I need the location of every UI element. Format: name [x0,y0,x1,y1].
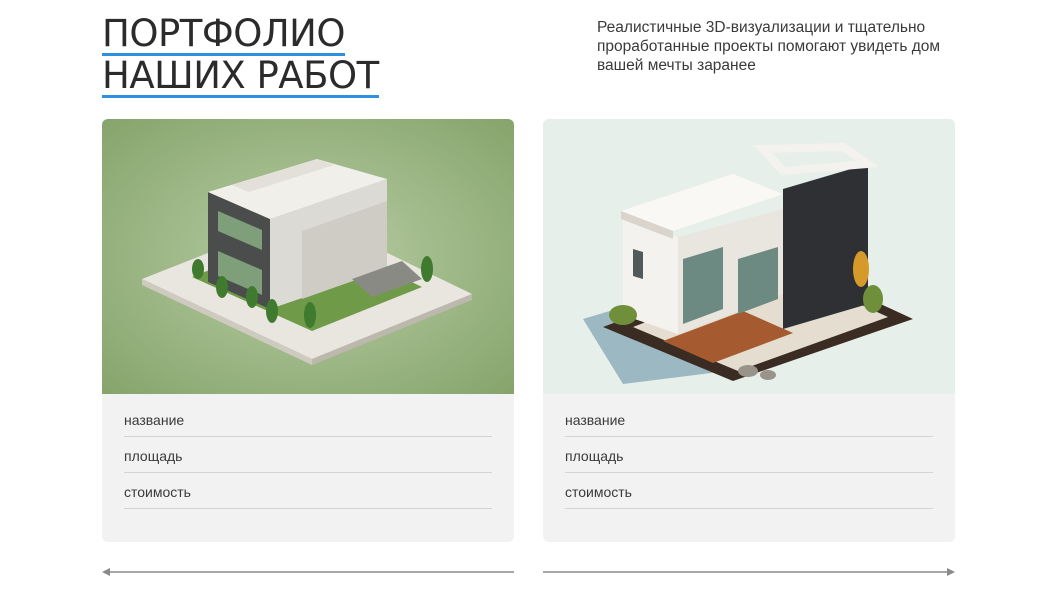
property-name: название [124,402,492,437]
portfolio-image-1 [102,119,514,394]
page-title: ПОРТФОЛИО НАШИХ РАБОТ [102,14,379,98]
arrow-right-icon[interactable] [543,566,955,578]
portfolio-card-1[interactable]: название площадь стоимость [102,119,514,542]
page-title-line-1: ПОРТФОЛИО [102,12,345,56]
property-name: название [565,402,933,437]
portfolio-image-2 [543,119,955,394]
arrow-left-icon[interactable] [102,566,514,578]
property-price: стоимость [565,474,933,509]
property-area: площадь [124,438,492,473]
property-price: стоимость [124,474,492,509]
card-properties-2: название площадь стоимость [565,402,933,510]
page-subtitle: Реалистичные 3D-визуализации и тщательно… [597,19,941,74]
portfolio-card-2[interactable]: название площадь стоимость [543,119,955,542]
card-properties-1: название площадь стоимость [124,402,492,510]
page-title-line-2: НАШИХ РАБОТ [102,54,379,98]
property-area: площадь [565,438,933,473]
